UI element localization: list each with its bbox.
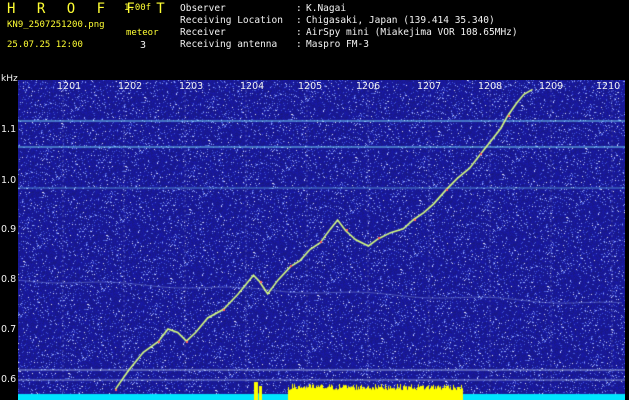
info-key-observer: Observer [180,3,226,14]
filename-label: KN9_2507251200.png [7,20,105,30]
time-tick-label: 1202 [118,81,143,92]
time-tick-label: 1203 [179,81,204,92]
time-tick-label: 1206 [356,81,381,92]
meteor-label: meteor [126,28,159,38]
info-colon: : [296,15,302,26]
hrofft-window: { "header": { "logo": "H R O F F T", "ve… [0,0,629,400]
time-tick-label: 1201 [57,81,82,92]
version-label: 1.00f [124,3,152,13]
time-tick-label: 1205 [298,81,323,92]
freq-tick-label: 1.0 [1,175,17,186]
time-tick-label: 1204 [240,81,265,92]
info-colon: : [296,27,302,38]
freq-tick-label: 0.8 [1,274,17,285]
freq-tick-label: 0.9 [1,224,17,235]
info-key-antenna: Receiving antenna [180,39,278,50]
info-key-receiver: Receiver [180,27,226,38]
freq-tick-label: 0.6 [1,374,17,385]
info-key-location: Receiving Location [180,15,283,26]
freq-tick-label: 1.1 [1,124,17,135]
header-panel: H R O F F T 1.00f KN9_2507251200.png met… [0,0,629,73]
info-colon: : [296,3,302,14]
info-value-location: Chigasaki, Japan (139.414 35.340) [306,15,495,26]
info-colon: : [296,39,302,50]
freq-unit-label: kHz [1,74,18,84]
time-tick-label: 1209 [539,81,564,92]
spectrogram-canvas [18,80,625,400]
time-tick-label: 1208 [478,81,503,92]
info-value-antenna: Maspro FM-3 [306,39,369,50]
datetime-label: 25.07.25 12:00 [7,40,83,50]
time-tick-label: 1207 [417,81,442,92]
info-value-observer: K.Nagai [306,3,347,14]
time-tick-label: 1210 [596,81,621,92]
meteor-count: 3 [140,40,147,51]
freq-tick-label: 0.7 [1,324,17,335]
info-value-receiver: AirSpy mini (Miakejima VOR 108.65MHz) [306,27,518,38]
